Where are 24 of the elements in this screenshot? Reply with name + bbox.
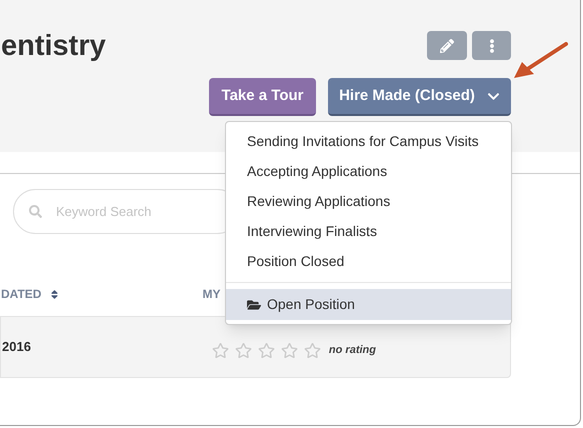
edit-button[interactable] (427, 31, 467, 60)
menu-item[interactable]: Accepting Applications (226, 156, 511, 186)
star-icon[interactable] (280, 342, 298, 358)
menu-item[interactable]: Sending Invitations for Campus Visits (226, 126, 511, 156)
sort-icon[interactable] (49, 288, 60, 300)
take-a-tour-button[interactable]: Take a Tour (209, 78, 316, 116)
pencil-icon (440, 38, 454, 52)
open-position-item[interactable]: Open Position (226, 289, 511, 320)
star-icon[interactable] (304, 342, 321, 358)
date-cell-text: 2016 (2, 338, 31, 356)
star-icon[interactable] (212, 342, 229, 358)
menu-item[interactable]: Position Closed (226, 246, 511, 276)
column-header[interactable]: MY (202, 285, 220, 303)
search-icon (29, 205, 42, 218)
menu-item-label: Open Position (267, 295, 355, 314)
column-header[interactable]: DATED (1, 285, 42, 303)
status-dropdown-button[interactable]: Hire Made (Closed) (328, 78, 511, 116)
folder-icon (247, 298, 261, 312)
more-button[interactable] (472, 31, 511, 60)
page-title: entistry (1, 29, 106, 64)
star-icon[interactable] (234, 342, 252, 358)
rating-label: no rating (328, 342, 376, 358)
annotation-arrow (512, 42, 568, 80)
star-icon[interactable] (258, 342, 275, 358)
